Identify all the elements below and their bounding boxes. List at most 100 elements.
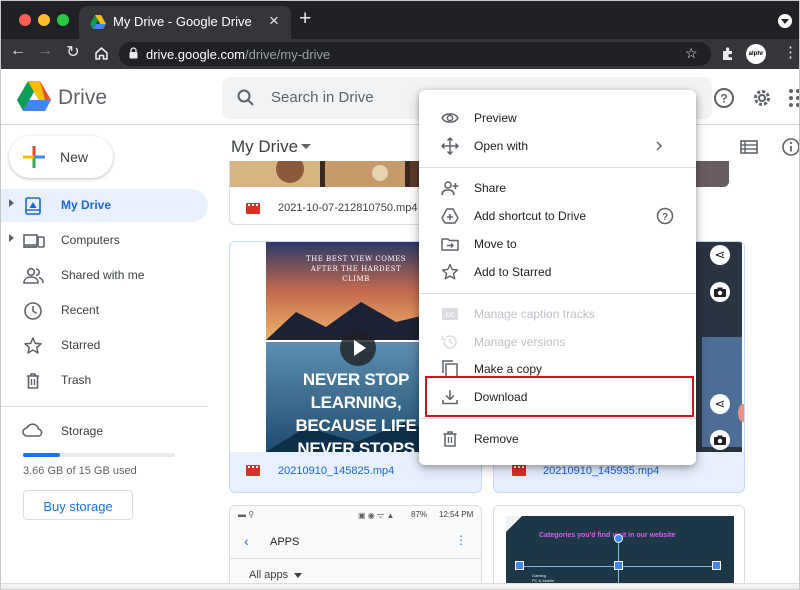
sidebar-item-label: Starred [61,338,101,352]
reload-icon[interactable]: ↻ [62,42,84,62]
menu-item-label: Move to [474,237,517,251]
lock-icon [129,47,138,59]
menu-separator [419,293,696,294]
drive-logo-icon[interactable] [17,81,51,111]
slide-title: Categories you'd find visit in our websi… [539,532,676,539]
camera-icon[interactable] [710,430,730,450]
storage-used-text: 3.66 GB of 15 GB used [23,465,137,477]
settings-gear-icon[interactable] [751,87,773,109]
close-tab-icon[interactable]: × [269,11,279,31]
file-card[interactable]: Categories you'd find visit in our websi… [493,505,745,589]
drive-logo-text[interactable]: Drive [58,86,107,110]
svg-text:?: ? [662,212,668,223]
drive-shortcut-icon [441,208,459,224]
sidebar-item-shared-with-me[interactable]: Shared with me [1,259,208,292]
expand-arrow-icon[interactable] [9,234,14,242]
extensions-puzzle-icon[interactable] [720,46,736,62]
info-icon[interactable] [781,137,800,157]
menu-item-open-with[interactable]: Open with [419,132,696,160]
share-icon[interactable]: ⋖ [710,245,730,265]
storage-usage-fill [23,453,61,457]
sidebar-item-computers[interactable]: Computers [1,224,208,257]
folder-move-icon [441,238,459,251]
menu-item-label: Make a copy [474,362,543,376]
page-title[interactable]: My Drive [231,137,298,157]
cloud-icon [22,423,43,437]
back-arrow-icon: ‹ [244,533,249,549]
sidebar-item-starred[interactable]: Starred [1,329,208,362]
menu-item-manage-caption-tracks: CC Manage caption tracks [419,300,696,328]
menu-item-remove[interactable]: Remove [419,425,696,453]
apps-grid-icon[interactable] [788,88,800,108]
tab-search-icon[interactable] [778,14,792,28]
forward-arrow-icon[interactable]: → [34,42,56,60]
sidebar-item-trash[interactable]: Trash [1,364,208,397]
menu-item-label: Manage versions [474,335,566,349]
menu-item-move-to[interactable]: Move to [419,230,696,258]
menu-item-label: Open with [474,139,529,153]
menu-separator [419,167,696,168]
share-icon[interactable]: ⋖ [710,394,730,414]
image-thumbnail: ▬ ⚲ ▣ ◉ ᯤ ▲ 87% 12:54 PM ‹ APPS ⋮ All ap… [230,506,481,589]
sidebar-item-label: Trash [61,373,92,387]
help-icon[interactable]: ? [656,207,674,225]
home-icon[interactable] [94,46,109,61]
list-view-icon[interactable] [740,139,758,155]
new-tab-button[interactable]: + [299,7,311,31]
buy-storage-label: Buy storage [43,499,113,514]
menu-item-preview[interactable]: Preview [419,104,696,132]
close-window-button[interactable] [19,14,31,26]
profile-avatar[interactable]: alphr [746,44,766,64]
svg-text:?: ? [720,92,727,106]
menu-item-share[interactable]: Share [419,174,696,202]
status-time: 12:54 PM [439,510,474,519]
menu-item-add-shortcut[interactable]: Add shortcut to Drive ? [419,202,696,230]
storage-label[interactable]: Storage [61,424,103,438]
phone-app-title: APPS [270,536,300,548]
browser-tab[interactable]: My Drive - Google Drive × [79,6,291,39]
menu-item-label: Preview [474,111,517,125]
bookmark-star-icon[interactable]: ☆ [685,45,698,62]
camera-icon[interactable] [710,282,730,302]
slide-corner [506,516,522,532]
menu-item-label: Add shortcut to Drive [474,209,587,223]
zoom-window-button[interactable] [57,14,69,26]
status-icons: ▣ ◉ ᯤ ▲ [358,511,395,520]
address-bar[interactable]: drive.google.com/drive/my-drive ☆ [119,42,711,66]
record-indicator [738,404,744,422]
play-button[interactable] [340,330,376,366]
file-card[interactable]: ▬ ⚲ ▣ ◉ ᯤ ▲ 87% 12:54 PM ‹ APPS ⋮ All ap… [229,505,482,589]
back-arrow-icon[interactable]: ← [7,42,29,60]
cc-icon: CC [442,308,458,320]
my-drive-icon [25,197,41,215]
browser-menu-icon[interactable]: ⋮ [783,43,798,63]
search-icon[interactable] [236,88,256,108]
browser-toolbar: ← → ↻ drive.google.com/drive/my-drive ☆ … [1,39,799,69]
thumbnail-caption-top: THE BEST VIEW COMES AFTER THE HARDEST CL… [305,255,407,283]
menu-item-label: Remove [474,432,519,446]
thumbnail-caption-bottom: NEVER STOP LEARNING, BECAUSE LIFE NEVER … [295,370,417,452]
menu-item-label: Add to Starred [474,265,552,279]
horizontal-scrollbar[interactable] [1,583,799,589]
sidebar-item-recent[interactable]: Recent [1,294,208,327]
history-icon [441,335,457,349]
drive-favicon-icon [90,15,106,29]
file-name: 20210910_145825.mp4 [278,465,395,477]
new-button[interactable]: New [9,136,113,178]
expand-arrow-icon[interactable] [9,199,14,207]
more-options-icon: ⋮ [455,533,467,547]
buy-storage-button[interactable]: Buy storage [23,490,133,520]
new-button-label: New [60,149,89,165]
video-file-icon [246,203,260,214]
menu-item-add-to-starred[interactable]: Add to Starred [419,258,696,286]
minimize-window-button[interactable] [38,14,50,26]
rotate-handle [614,534,623,543]
status-icons: ▬ ⚲ [238,510,255,519]
people-icon [23,267,44,284]
sidebar-item-my-drive[interactable]: My Drive [1,189,208,222]
help-icon[interactable]: ? [713,87,735,109]
sidebar-item-label: Shared with me [61,268,145,282]
star-icon [24,337,42,354]
file-name: 20210910_145935.mp4 [543,465,660,477]
chevron-down-icon[interactable] [301,144,311,149]
